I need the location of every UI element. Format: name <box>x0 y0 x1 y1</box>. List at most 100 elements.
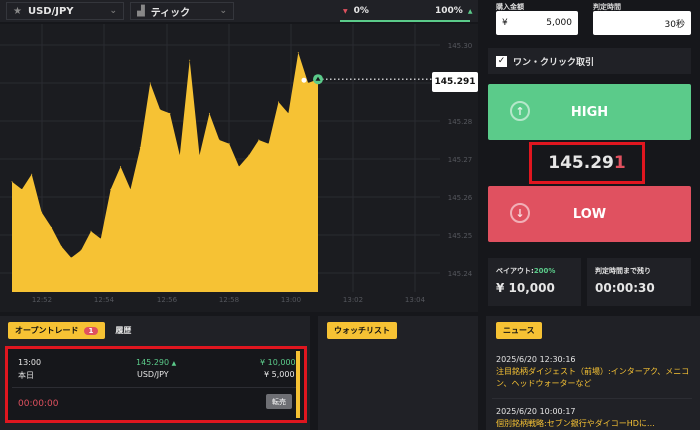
triangle-up-icon: ▲ <box>467 7 473 15</box>
open-trade-row[interactable]: 13:00 本日 145.290 ▲ USD/JPY ¥ 10,000 ¥ 5,… <box>5 346 307 423</box>
x-tick-label: 12:56 <box>157 296 178 304</box>
x-tick-label: 13:04 <box>405 296 426 304</box>
payout-pct: 200% <box>533 267 556 275</box>
open-trades-count-badge: 1 <box>83 326 99 335</box>
news-item[interactable]: 2025/6/20 12:30:16 注目銘柄ダイジェスト（前場）:インターアク… <box>496 354 692 390</box>
y-tick-label: 145.24 <box>448 270 473 278</box>
chevron-down-icon: ⌄ <box>219 6 227 16</box>
news-headline[interactable]: 注目銘柄ダイジェスト（前場）:インターアク、メニコン、ヘッドウォーターなど <box>496 366 692 390</box>
price-area-series <box>12 52 318 292</box>
time-left-label: 判定時間まで残り <box>595 267 651 275</box>
high-ratio-value: 100% <box>435 6 463 16</box>
y-tick-label: 145.27 <box>448 156 473 164</box>
price-point <box>70 257 72 259</box>
pair-selector[interactable]: ★ USD/JPY ⌄ <box>6 2 124 20</box>
trade-payout: ¥ 10,000 <box>260 358 296 367</box>
price-point <box>287 112 289 114</box>
price-point <box>297 52 299 54</box>
price-main: 145.29 <box>548 153 614 173</box>
tab-history[interactable]: 履歴 <box>115 325 131 336</box>
divider <box>12 387 296 388</box>
resell-button[interactable]: 転売 <box>266 394 292 409</box>
time-left-box: 判定時間まで残り 00:00:30 <box>587 258 691 306</box>
news-time: 2025/6/20 12:30:16 <box>496 355 576 364</box>
y-tick-label: 145.26 <box>448 194 473 202</box>
chart-icon: ▟ <box>137 5 145 17</box>
triangle-up-icon: ▲ <box>171 360 177 367</box>
price-point <box>110 188 112 190</box>
pair-label: USD/JPY <box>27 5 74 17</box>
currency-label: ¥ <box>502 18 508 28</box>
arrow-up-icon: ↑ <box>510 101 530 121</box>
duration-field[interactable]: 30秒 <box>593 11 691 35</box>
trade-progress-bar <box>296 351 300 418</box>
one-click-toggle[interactable]: ✓ ワン・クリック取引 <box>488 48 691 74</box>
y-tick-label: 145.25 <box>448 232 473 240</box>
price-point <box>159 109 161 111</box>
high-label: HIGH <box>570 104 609 120</box>
y-tick-label: 145.30 <box>448 42 473 50</box>
y-tick-label: 145.28 <box>448 118 473 126</box>
price-point <box>90 230 92 232</box>
price-point <box>80 249 82 251</box>
price-point <box>129 188 131 190</box>
chart-type-label: ティック <box>150 7 191 19</box>
checkbox-checked-icon[interactable]: ✓ <box>496 55 507 67</box>
price-chart-svg: 12:52 12:54 12:56 12:58 13:00 13:02 13:04 145.3… <box>0 24 473 304</box>
low-button[interactable]: ↓ LOW <box>488 186 691 242</box>
payout-box: ペイアウト:200% ¥ 10,000 <box>488 258 581 306</box>
news-item[interactable]: 2025/6/20 10:00:17 個別銘柄戦略:セブン銀行やダイコーHDに… <box>496 406 692 430</box>
price-point <box>11 181 13 183</box>
chart-toolbar: ★ USD/JPY ⌄ ▟ ティック ⌄ ▼ 0% 100% ▲ <box>0 0 478 22</box>
price-point <box>169 112 171 114</box>
price-point <box>21 188 23 190</box>
trade-time: 13:00 <box>18 358 42 367</box>
high-ratio: 100% ▲ <box>435 0 472 22</box>
tab-open-trades[interactable]: オープントレード 1 <box>8 322 106 339</box>
amount-field[interactable]: ¥ 5,000 <box>496 11 578 35</box>
price-point <box>149 82 151 84</box>
price-point <box>248 154 250 156</box>
divider <box>492 398 692 399</box>
price-point <box>238 166 240 168</box>
price-point <box>268 143 270 145</box>
watchlist-title[interactable]: ウォッチリスト <box>327 322 397 339</box>
trades-tabs: オープントレード 1 履歴 <box>8 322 131 339</box>
price-point <box>228 143 230 145</box>
triangle-down-icon: ▼ <box>343 7 348 15</box>
chart-type-selector[interactable]: ▟ ティック ⌄ <box>130 2 234 20</box>
payout-label: ペイアウト: <box>496 267 534 275</box>
price-point <box>100 238 102 240</box>
star-icon: ★ <box>13 5 22 17</box>
payout-value: ¥ 10,000 <box>496 281 555 295</box>
price-point <box>41 211 43 213</box>
price-point <box>120 166 122 168</box>
x-tick-label: 12:54 <box>94 296 115 304</box>
price-point <box>218 139 220 141</box>
trade-day: 本日 <box>18 371 34 380</box>
price-point <box>199 154 201 156</box>
low-label: LOW <box>572 206 607 222</box>
high-button[interactable]: ↑ HIGH <box>488 84 691 140</box>
time-left-value: 00:00:30 <box>595 281 655 295</box>
entry-marker <box>301 77 307 83</box>
current-price-display: 145.29 1 <box>529 142 645 184</box>
news-title[interactable]: ニュース <box>496 322 542 339</box>
amount-value: 5,000 <box>546 18 572 28</box>
trade-stake: ¥ 5,000 <box>264 370 295 379</box>
x-tick-label: 12:58 <box>219 296 239 304</box>
low-ratio-value: 0% <box>353 6 369 16</box>
news-headline[interactable]: 個別銘柄戦略:セブン銀行やダイコーHDに… <box>496 418 692 430</box>
price-point <box>139 147 141 149</box>
price-point <box>307 82 309 84</box>
chevron-down-icon: ⌄ <box>109 6 117 16</box>
x-tick-label: 13:02 <box>343 296 363 304</box>
price-point <box>208 112 210 114</box>
low-ratio: ▼ 0% <box>343 0 369 22</box>
news-time: 2025/6/20 10:00:17 <box>496 407 576 416</box>
arrow-down-icon: ↓ <box>510 203 530 223</box>
price-point <box>189 59 191 61</box>
price-chart[interactable]: 12:52 12:54 12:56 12:58 13:00 13:02 13:04 145.3… <box>0 24 478 312</box>
price-point <box>60 245 62 247</box>
one-click-label: ワン・クリック取引 <box>513 57 595 68</box>
